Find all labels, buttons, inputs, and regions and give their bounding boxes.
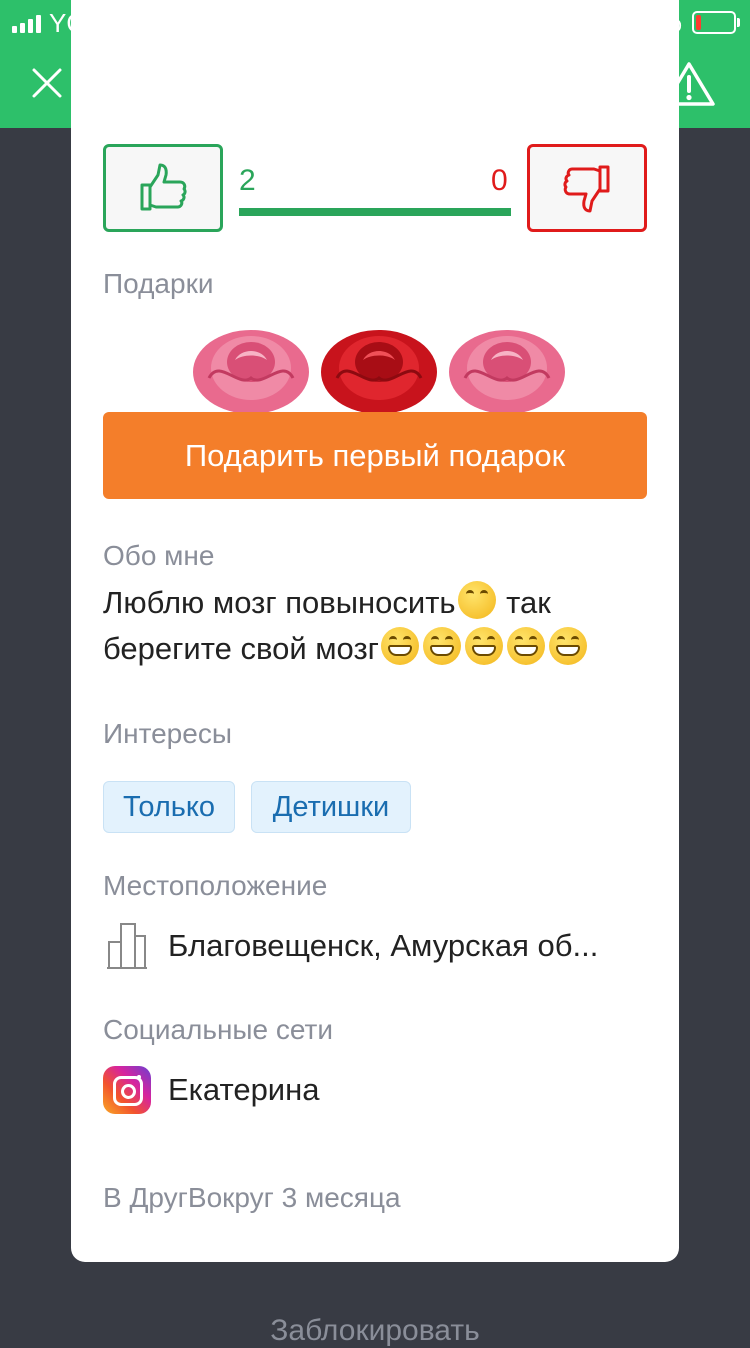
grin-emoji-icon bbox=[422, 627, 461, 665]
grin-emoji-icon bbox=[380, 627, 419, 665]
shush-emoji-icon bbox=[457, 581, 496, 619]
about-text: Люблю мозг повыносить так берегите свой … bbox=[103, 580, 663, 672]
like-button[interactable] bbox=[103, 144, 223, 232]
battery-icon bbox=[692, 11, 740, 34]
interest-tag[interactable]: Только bbox=[103, 781, 235, 833]
status-bar: YOTA 1:34 15 % bbox=[0, 0, 750, 40]
social-label: Социальные сети bbox=[103, 1014, 334, 1045]
gifts-row bbox=[193, 330, 565, 414]
give-gift-button[interactable]: Подарить первый подарок bbox=[103, 412, 647, 499]
status-right: 15 % bbox=[593, 7, 740, 38]
vote-prompt: Проголосуй! bbox=[103, 92, 263, 123]
vote-ratio-bar bbox=[239, 208, 511, 216]
grin-emoji-icon bbox=[548, 627, 587, 665]
warning-icon bbox=[663, 62, 715, 106]
location-label: Местоположение bbox=[103, 870, 328, 901]
battery-percent: 15 % bbox=[622, 7, 682, 37]
dislike-button[interactable] bbox=[527, 144, 647, 232]
buildings-icon bbox=[107, 923, 147, 969]
about-label: Обо мне bbox=[103, 540, 215, 571]
location-value[interactable]: Благовещенск, Амурская об... bbox=[168, 928, 598, 964]
instagram-icon[interactable] bbox=[103, 1066, 151, 1114]
rose-icon bbox=[321, 330, 437, 414]
share-icon bbox=[564, 58, 602, 106]
thumbs-down-icon bbox=[563, 165, 610, 213]
grin-emoji-icon bbox=[506, 627, 545, 665]
thumbs-up-icon bbox=[140, 163, 187, 211]
location-arrow-icon bbox=[593, 13, 612, 32]
rose-icon bbox=[449, 330, 565, 414]
about-line-1: Люблю мозг повыносить bbox=[103, 585, 456, 620]
close-icon bbox=[32, 68, 62, 98]
profile-card: 2 0 Подарки Подарить первый подарок Обо … bbox=[71, 0, 679, 1262]
instagram-username[interactable]: Екатерина bbox=[168, 1072, 320, 1108]
block-user-button[interactable]: Заблокировать bbox=[0, 1314, 750, 1348]
close-button[interactable] bbox=[30, 66, 64, 100]
interests-label: Интересы bbox=[103, 718, 232, 749]
report-button[interactable] bbox=[662, 60, 716, 108]
about-line-2: берегите свой мозг bbox=[103, 631, 379, 666]
grin-emoji-icon bbox=[464, 627, 503, 665]
interest-tag[interactable]: Детишки bbox=[251, 781, 411, 833]
rose-icon bbox=[193, 330, 309, 414]
about-line-1b: так bbox=[497, 585, 551, 620]
like-count: 2 bbox=[239, 164, 256, 197]
dislike-count: 0 bbox=[491, 164, 508, 197]
gifts-label: Подарки bbox=[103, 268, 214, 299]
membership-duration: В ДругВокруг 3 месяца bbox=[103, 1182, 401, 1213]
share-button[interactable] bbox=[562, 56, 604, 108]
